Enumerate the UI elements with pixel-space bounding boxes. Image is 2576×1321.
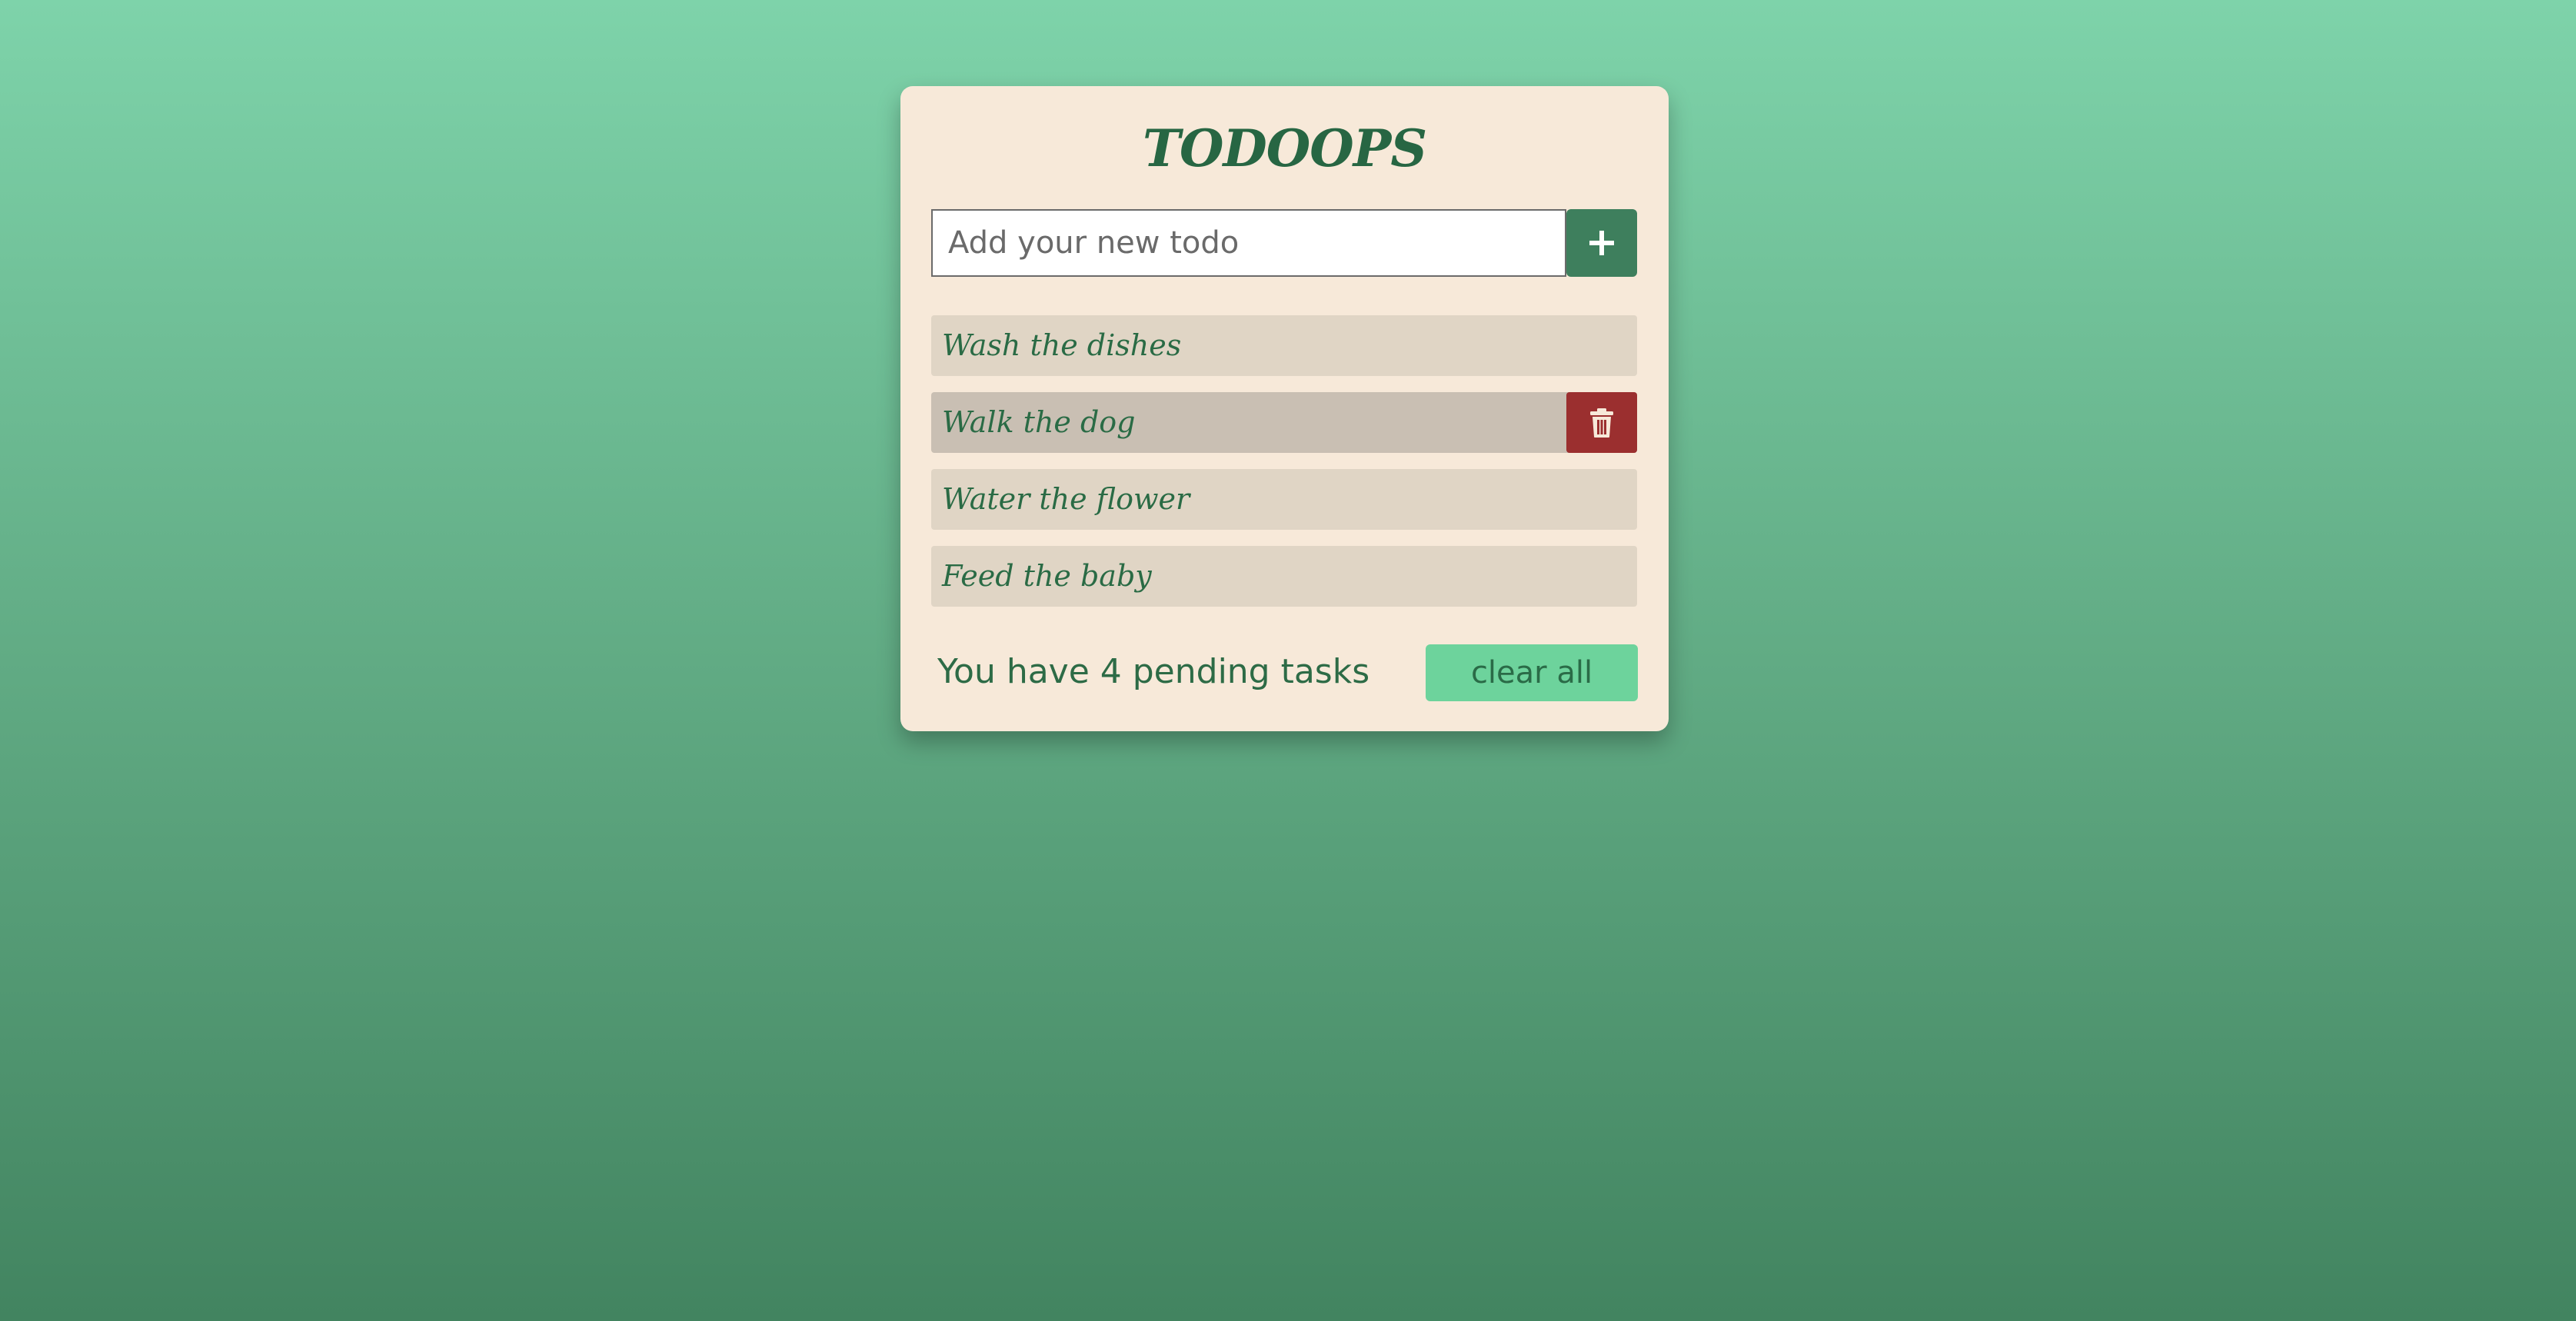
plus-icon — [1589, 231, 1614, 255]
todo-text: Walk the dog — [942, 405, 1136, 439]
todo-text: Water the flower — [942, 482, 1190, 516]
app-title: TODOOPS — [1142, 118, 1427, 178]
pending-count-text: You have 4 pending tasks — [937, 652, 1370, 691]
delete-todo-button[interactable] — [1566, 392, 1637, 453]
add-todo-button[interactable] — [1566, 209, 1637, 277]
trash-icon — [1590, 408, 1613, 438]
todo-item[interactable]: Feed the baby — [931, 546, 1637, 607]
todo-text: Feed the baby — [942, 559, 1152, 593]
todo-item[interactable]: Walk the dog — [931, 392, 1637, 453]
clear-all-button[interactable]: clear all — [1426, 644, 1638, 701]
new-todo-input[interactable] — [931, 209, 1566, 277]
todo-text: Wash the dishes — [942, 328, 1182, 362]
todo-item[interactable]: Wash the dishes — [931, 315, 1637, 376]
todo-item[interactable]: Water the flower — [931, 469, 1637, 530]
todo-list: Wash the dishes Walk the dog Water the f… — [931, 315, 1637, 623]
todo-card: TODOOPS Wash the dishes Walk the dog — [900, 86, 1669, 731]
